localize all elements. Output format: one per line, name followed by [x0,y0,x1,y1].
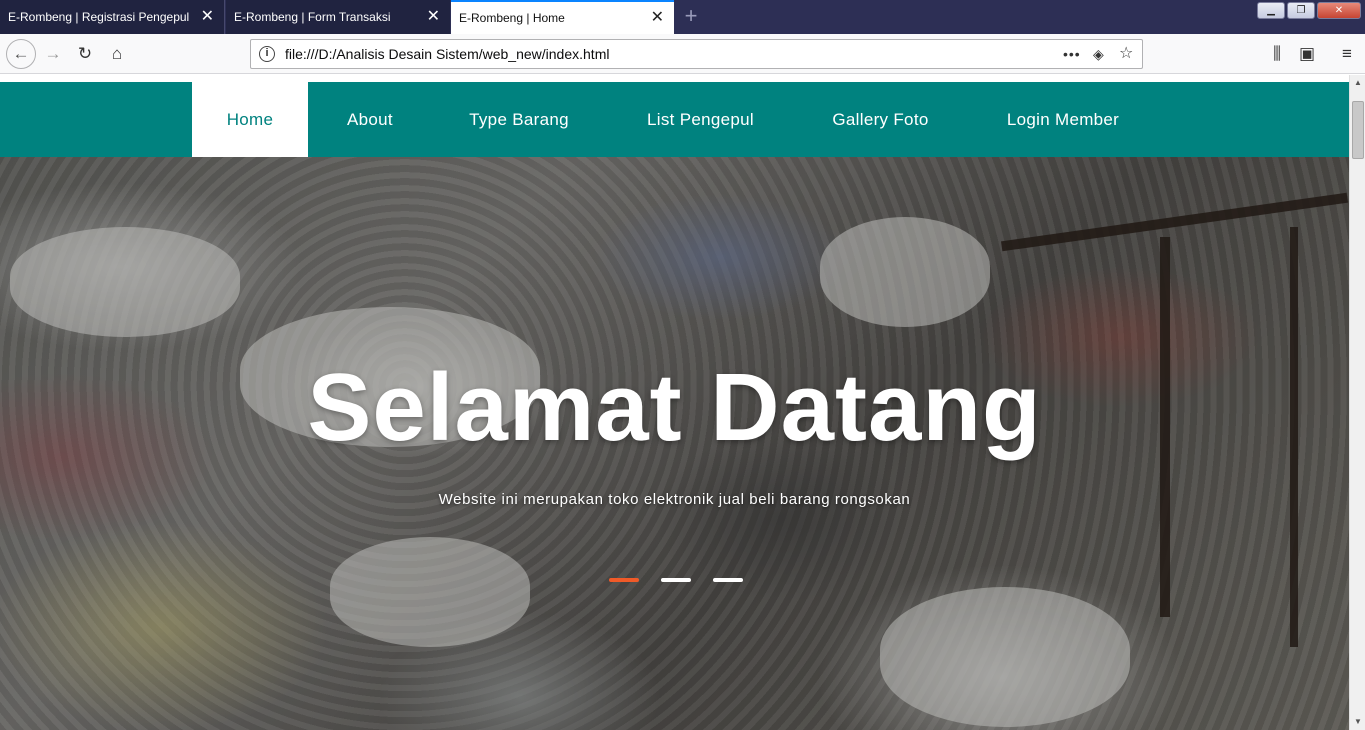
hero-subtitle: Website ini merupakan toko elektronik ju… [438,491,911,508]
tab-title: E-Rombeng | Form Transaksi [234,10,391,24]
nav-home[interactable]: Home [192,82,308,157]
browser-toolbar: ← → ↻ ⌂ i file:///D:/Analisis Desain Sis… [0,34,1365,74]
back-arrow-icon[interactable]: ← [6,39,36,69]
hero-carousel: Selamat Datang Website ini merupakan tok… [0,157,1349,730]
page-scrollbar[interactable]: ▲ ▼ [1349,75,1365,730]
bookmark-star-icon[interactable]: ☆ [1119,40,1133,68]
reload-icon[interactable]: ↻ [72,42,98,66]
carousel-indicator-1[interactable] [609,578,639,582]
sidebar-icon[interactable]: ▣ [1294,42,1320,66]
browser-tab-transaksi[interactable]: E-Rombeng | Form Transaksi ✕ [226,0,450,34]
forward-arrow-icon[interactable]: → [40,42,66,66]
close-tab-icon[interactable]: ✕ [201,0,214,34]
scrollbar-thumb[interactable] [1352,101,1364,159]
close-tab-icon[interactable]: ✕ [651,2,664,34]
browser-tab-strip: E-Rombeng | Registrasi Pengepul ✕ E-Romb… [0,0,1365,34]
window-controls: ▁ ❐ ✕ [1257,2,1361,20]
page-viewport: Home About Type Barang List Pengepul Gal… [0,75,1349,730]
nav-login-member[interactable]: Login Member [988,82,1138,157]
nav-type-barang[interactable]: Type Barang [450,82,588,157]
home-icon[interactable]: ⌂ [104,42,130,66]
plus-icon[interactable]: + [680,4,702,30]
restore-icon[interactable]: ❐ [1287,2,1315,19]
minimize-icon[interactable]: ▁ [1257,2,1285,19]
tab-title: E-Rombeng | Home [459,11,565,25]
scroll-down-icon[interactable]: ▼ [1350,714,1365,730]
address-bar[interactable]: i file:///D:/Analisis Desain Sistem/web_… [250,39,1143,69]
close-tab-icon[interactable]: ✕ [427,0,440,34]
page-actions-icon[interactable]: ••• [1063,40,1081,68]
nav-about[interactable]: About [318,82,422,157]
menu-icon[interactable]: ≡ [1334,42,1360,66]
hero-title: Selamat Datang [307,354,1042,461]
carousel-indicator-2[interactable] [661,578,691,582]
pocket-icon[interactable]: ◈ [1093,40,1104,68]
nav-gallery-foto[interactable]: Gallery Foto [813,82,948,157]
tab-title: E-Rombeng | Registrasi Pengepul [8,10,190,24]
scroll-up-icon[interactable]: ▲ [1350,75,1365,91]
carousel-indicators [609,578,743,582]
site-navbar: Home About Type Barang List Pengepul Gal… [0,82,1349,157]
carousel-indicator-3[interactable] [713,578,743,582]
browser-tab-home[interactable]: E-Rombeng | Home ✕ [451,0,674,34]
info-icon[interactable]: i [259,46,275,62]
window-close-icon[interactable]: ✕ [1317,2,1361,19]
browser-tab-registrasi[interactable]: E-Rombeng | Registrasi Pengepul ✕ [0,0,225,34]
library-icon[interactable]: ⫼ [1264,42,1290,66]
nav-list-pengepul[interactable]: List Pengepul [628,82,773,157]
url-text[interactable]: file:///D:/Analisis Desain Sistem/web_ne… [285,40,609,68]
